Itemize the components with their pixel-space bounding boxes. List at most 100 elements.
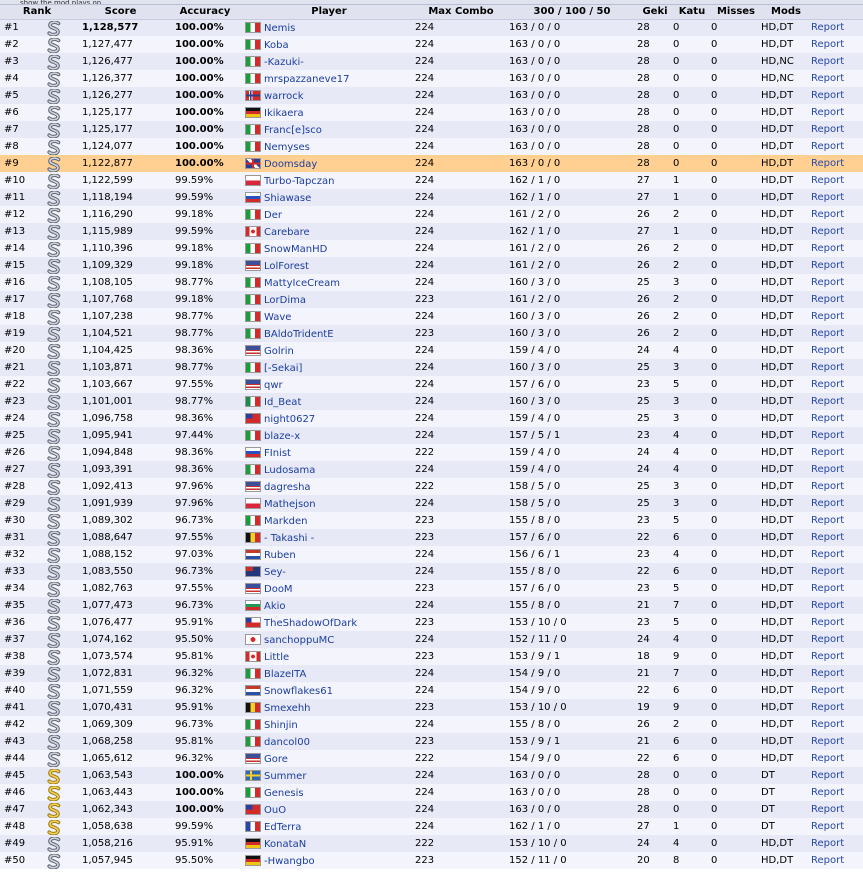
- report-link[interactable]: Report: [811, 427, 863, 444]
- report-link[interactable]: Report: [811, 393, 863, 410]
- report-link[interactable]: Report: [811, 70, 863, 87]
- report-link[interactable]: Report: [811, 172, 863, 189]
- report-link[interactable]: Report: [811, 801, 863, 818]
- report-link[interactable]: Report: [811, 478, 863, 495]
- report-link[interactable]: Report: [811, 716, 863, 733]
- player-link[interactable]: Summer: [264, 771, 306, 782]
- col-katu[interactable]: Katu: [673, 5, 711, 20]
- report-link[interactable]: Report: [811, 308, 863, 325]
- player-link[interactable]: Mathejson: [264, 499, 316, 510]
- player-link[interactable]: - Takashi -: [264, 533, 314, 544]
- col-geki[interactable]: Geki: [637, 5, 673, 20]
- player-link[interactable]: Ruben: [264, 550, 296, 561]
- report-link[interactable]: Report: [811, 784, 863, 801]
- player-link[interactable]: Snowflakes61: [264, 686, 333, 697]
- report-link[interactable]: Report: [811, 410, 863, 427]
- player-link[interactable]: Ikikaera: [264, 108, 304, 119]
- report-link[interactable]: Report: [811, 138, 863, 155]
- player-link[interactable]: Shiawase: [264, 193, 311, 204]
- player-link[interactable]: BAldoTridentE: [264, 329, 334, 340]
- player-link[interactable]: Carebare: [264, 227, 310, 238]
- player-link[interactable]: LolForest: [264, 261, 309, 272]
- report-link[interactable]: Report: [811, 699, 863, 716]
- player-link[interactable]: Akio: [264, 601, 286, 612]
- player-link[interactable]: LorDima: [264, 295, 306, 306]
- player-link[interactable]: Shinjin: [264, 720, 298, 731]
- player-link[interactable]: Sey-: [264, 567, 286, 578]
- col-player[interactable]: Player: [243, 5, 415, 20]
- col-score[interactable]: Score: [74, 5, 167, 20]
- player-link[interactable]: Nemyses: [264, 142, 310, 153]
- report-link[interactable]: Report: [811, 461, 863, 478]
- report-link[interactable]: Report: [811, 750, 863, 767]
- report-link[interactable]: Report: [811, 325, 863, 342]
- report-link[interactable]: Report: [811, 767, 863, 784]
- col-mods[interactable]: Mods: [761, 5, 811, 20]
- player-link[interactable]: Doomsday: [264, 159, 317, 170]
- player-link[interactable]: [-Sekai]: [264, 363, 302, 374]
- report-link[interactable]: Report: [811, 53, 863, 70]
- report-link[interactable]: Report: [811, 155, 863, 172]
- report-link[interactable]: Report: [811, 36, 863, 53]
- report-link[interactable]: Report: [811, 852, 863, 869]
- player-link[interactable]: Ludosama: [264, 465, 315, 476]
- player-link[interactable]: FInist: [264, 448, 291, 459]
- report-link[interactable]: Report: [811, 342, 863, 359]
- player-link[interactable]: mrspazzaneve17: [264, 74, 349, 85]
- report-link[interactable]: Report: [811, 444, 863, 461]
- player-link[interactable]: Gore: [264, 754, 288, 765]
- report-link[interactable]: Report: [811, 206, 863, 223]
- player-link[interactable]: sanchoppuMC: [264, 635, 334, 646]
- report-link[interactable]: Report: [811, 121, 863, 138]
- player-link[interactable]: Smexehh: [264, 703, 311, 714]
- report-link[interactable]: Report: [811, 240, 863, 257]
- player-link[interactable]: KonataN: [264, 839, 306, 850]
- player-link[interactable]: Wave: [264, 312, 291, 323]
- player-link[interactable]: warrock: [264, 91, 304, 102]
- report-link[interactable]: Report: [811, 189, 863, 206]
- player-link[interactable]: Genesis: [264, 788, 304, 799]
- report-link[interactable]: Report: [811, 546, 863, 563]
- player-link[interactable]: -Hwangbo: [264, 856, 315, 867]
- report-link[interactable]: Report: [811, 614, 863, 631]
- report-link[interactable]: Report: [811, 19, 863, 36]
- player-link[interactable]: night0627: [264, 414, 315, 425]
- player-link[interactable]: OuO: [264, 805, 286, 816]
- player-link[interactable]: blaze-x: [264, 431, 300, 442]
- report-link[interactable]: Report: [811, 665, 863, 682]
- player-link[interactable]: Der: [264, 210, 282, 221]
- player-link[interactable]: Id_Beat: [264, 397, 301, 408]
- report-link[interactable]: Report: [811, 835, 863, 852]
- report-link[interactable]: Report: [811, 580, 863, 597]
- player-link[interactable]: DooM: [264, 584, 293, 595]
- report-link[interactable]: Report: [811, 274, 863, 291]
- col-misses[interactable]: Misses: [711, 5, 761, 20]
- player-link[interactable]: SnowManHD: [264, 244, 327, 255]
- col-rank[interactable]: Rank: [0, 5, 74, 20]
- report-link[interactable]: Report: [811, 512, 863, 529]
- report-link[interactable]: Report: [811, 597, 863, 614]
- report-link[interactable]: Report: [811, 291, 863, 308]
- col-hit-counts[interactable]: 300 / 100 / 50: [507, 5, 637, 20]
- player-link[interactable]: Koba: [264, 40, 289, 51]
- player-link[interactable]: Markden: [264, 516, 308, 527]
- report-link[interactable]: Report: [811, 257, 863, 274]
- player-link[interactable]: TheShadowOfDark: [264, 618, 357, 629]
- player-link[interactable]: MattyIceCream: [264, 278, 340, 289]
- player-link[interactable]: EdTerra: [264, 822, 301, 833]
- report-link[interactable]: Report: [811, 104, 863, 121]
- report-link[interactable]: Report: [811, 223, 863, 240]
- report-link[interactable]: Report: [811, 631, 863, 648]
- player-link[interactable]: qwr: [264, 380, 283, 391]
- player-link[interactable]: Franc[e]sco: [264, 125, 322, 136]
- col-accuracy[interactable]: Accuracy: [167, 5, 243, 20]
- report-link[interactable]: Report: [811, 682, 863, 699]
- report-link[interactable]: Report: [811, 563, 863, 580]
- player-link[interactable]: dancol00: [264, 737, 310, 748]
- player-link[interactable]: Nemis: [264, 23, 295, 34]
- report-link[interactable]: Report: [811, 376, 863, 393]
- player-link[interactable]: dagresha: [264, 482, 311, 493]
- player-link[interactable]: BlazeITA: [264, 669, 306, 680]
- report-link[interactable]: Report: [811, 818, 863, 835]
- player-link[interactable]: Golrin: [264, 346, 294, 357]
